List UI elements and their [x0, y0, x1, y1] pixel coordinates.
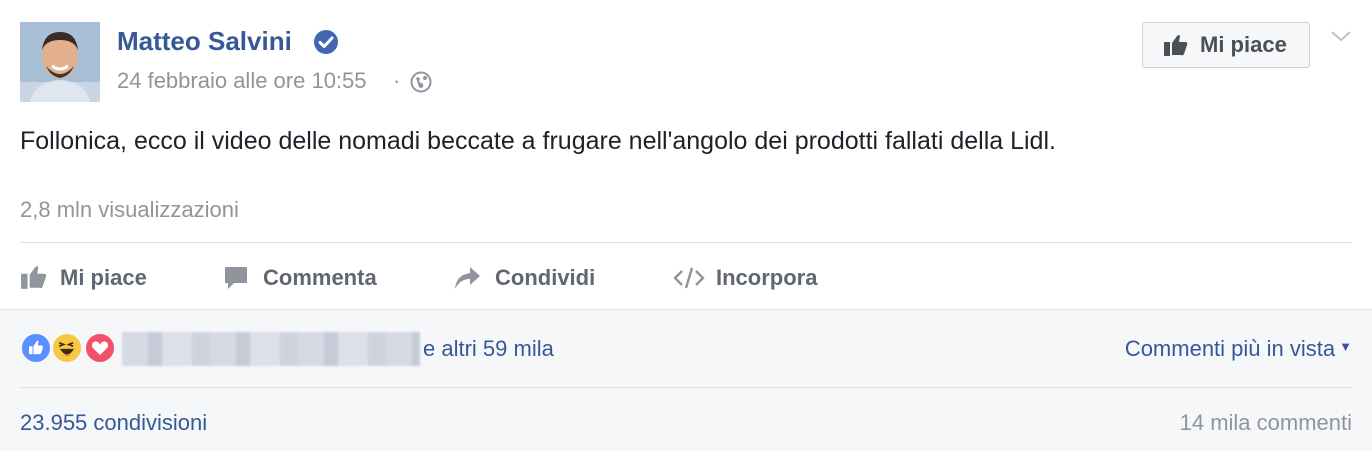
globe-icon[interactable]: [410, 71, 432, 93]
embed-action-button[interactable]: Incorpora: [673, 262, 833, 294]
share-icon: [455, 267, 480, 289]
share-action-button[interactable]: Condividi: [452, 262, 612, 294]
divider: [20, 242, 1352, 243]
post-timestamp[interactable]: 24 febbraio alle ore 10:55: [117, 68, 367, 94]
comment-icon: [225, 267, 247, 289]
like-action-button[interactable]: Mi piace: [20, 262, 160, 294]
comment-count[interactable]: 14 mila commenti: [1180, 410, 1352, 436]
comment-sort-label: Commenti più in vista: [1124, 336, 1336, 361]
thumbs-up-icon: [21, 266, 47, 289]
post-card: Matteo Salvini 24 febbraio alle ore 10:5…: [0, 0, 1372, 451]
meta-separator: ·: [393, 68, 401, 93]
haha-reaction-icon: [51, 332, 83, 364]
embed-action-label: Incorpora: [716, 265, 818, 290]
like-reaction-icon: [20, 332, 52, 364]
like-page-button[interactable]: Mi piace: [1142, 22, 1310, 68]
divider: [20, 387, 1352, 388]
comment-action-label: Commenta: [263, 265, 377, 290]
comment-sort-dropdown[interactable]: Commenti più in vista ▼: [1125, 336, 1352, 362]
post-text: Follonica, ecco il video delle nomadi be…: [20, 127, 1056, 155]
like-page-label: Mi piace: [1200, 32, 1287, 57]
reaction-count[interactable]: e altri 59 mila: [423, 336, 554, 362]
view-count: 2,8 mln visualizzazioni: [20, 197, 239, 222]
share-action-label: Condividi: [495, 265, 596, 290]
thumbs-up-icon: [1164, 35, 1188, 56]
share-count[interactable]: 23.955 condivisioni: [20, 410, 207, 436]
caret-down-icon: ▼: [1339, 339, 1352, 354]
love-reaction-icon: [84, 332, 116, 364]
avatar[interactable]: [20, 22, 100, 102]
blurred-names: [122, 332, 420, 366]
chevron-down-icon[interactable]: [1330, 28, 1352, 44]
reactions-icons[interactable]: [20, 332, 120, 366]
reactions-footer: e altri 59 mila Commenti più in vista ▼ 2…: [0, 309, 1372, 451]
like-action-label: Mi piace: [60, 265, 147, 290]
embed-icon: [673, 267, 705, 289]
author-name[interactable]: Matteo Salvini: [117, 26, 292, 57]
verified-badge-icon: [314, 30, 338, 54]
comment-action-button[interactable]: Commenta: [222, 262, 392, 294]
